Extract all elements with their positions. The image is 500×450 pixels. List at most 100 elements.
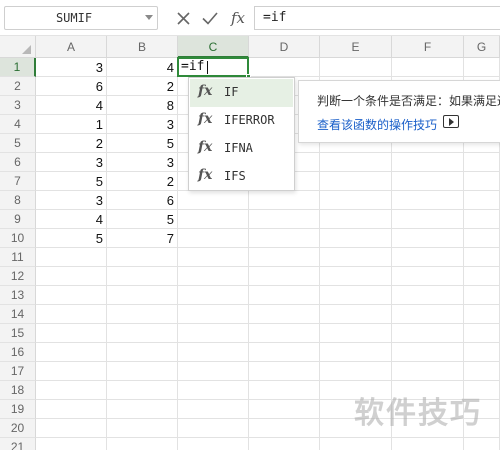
cell-g11[interactable] [464,248,500,267]
cell-b5[interactable]: 5 [107,134,178,153]
cell-f15[interactable] [392,324,464,343]
cell-c19[interactable] [178,400,249,419]
cell-g10[interactable] [464,229,500,248]
cell-e10[interactable] [320,229,392,248]
insert-function-button[interactable]: fx [228,8,248,28]
cell-f10[interactable] [392,229,464,248]
name-box[interactable]: SUMIF [4,6,158,30]
row-header-6[interactable]: 6 [0,153,36,172]
cell-b21[interactable] [107,438,178,450]
cell-f1[interactable] [392,58,464,77]
cell-f7[interactable] [392,172,464,191]
cell-a9[interactable]: 4 [36,210,107,229]
confirm-button[interactable] [201,8,219,28]
cell-f12[interactable] [392,267,464,286]
cell-b15[interactable] [107,324,178,343]
row-header-14[interactable]: 14 [0,305,36,324]
cell-b4[interactable]: 3 [107,115,178,134]
cell-b9[interactable]: 5 [107,210,178,229]
autocomplete-item-ifs[interactable]: fx IFS [190,163,293,191]
row-header-15[interactable]: 15 [0,324,36,343]
row-header-20[interactable]: 20 [0,419,36,438]
row-header-16[interactable]: 16 [0,343,36,362]
cell-a12[interactable] [36,267,107,286]
cell-a7[interactable]: 5 [36,172,107,191]
column-header-a[interactable]: A [36,36,107,58]
cell-f16[interactable] [392,343,464,362]
select-all-corner[interactable] [0,36,36,58]
cell-e6[interactable] [320,153,392,172]
cell-g9[interactable] [464,210,500,229]
cell-e11[interactable] [320,248,392,267]
cell-a14[interactable] [36,305,107,324]
cell-c11[interactable] [178,248,249,267]
row-header-9[interactable]: 9 [0,210,36,229]
video-play-icon[interactable] [443,115,459,128]
cell-a19[interactable] [36,400,107,419]
cell-e8[interactable] [320,191,392,210]
cell-a2[interactable]: 6 [36,77,107,96]
cell-a5[interactable]: 2 [36,134,107,153]
row-header-8[interactable]: 8 [0,191,36,210]
cell-g7[interactable] [464,172,500,191]
cell-g8[interactable] [464,191,500,210]
cell-c9[interactable] [178,210,249,229]
cell-c12[interactable] [178,267,249,286]
row-header-5[interactable]: 5 [0,134,36,153]
cell-e13[interactable] [320,286,392,305]
cell-a20[interactable] [36,419,107,438]
cell-e12[interactable] [320,267,392,286]
cell-b1[interactable]: 4 [107,58,178,77]
cell-d1[interactable] [249,58,320,77]
cancel-button[interactable] [174,8,192,28]
cell-e7[interactable] [320,172,392,191]
cell-c10[interactable] [178,229,249,248]
cell-c14[interactable] [178,305,249,324]
cell-b13[interactable] [107,286,178,305]
cell-g15[interactable] [464,324,500,343]
cell-c18[interactable] [178,381,249,400]
cell-f14[interactable] [392,305,464,324]
cell-d8[interactable] [249,191,320,210]
cell-d20[interactable] [249,419,320,438]
cell-d15[interactable] [249,324,320,343]
cell-b17[interactable] [107,362,178,381]
cell-a15[interactable] [36,324,107,343]
cell-c15[interactable] [178,324,249,343]
cell-g1[interactable] [464,58,500,77]
cell-c17[interactable] [178,362,249,381]
row-header-2[interactable]: 2 [0,77,36,96]
cell-e14[interactable] [320,305,392,324]
cell-d19[interactable] [249,400,320,419]
cell-a6[interactable]: 3 [36,153,107,172]
cell-e21[interactable] [320,438,392,450]
cell-a8[interactable]: 3 [36,191,107,210]
column-header-g[interactable]: G [464,36,500,58]
cell-b14[interactable] [107,305,178,324]
column-header-f[interactable]: F [392,36,464,58]
column-header-c[interactable]: C [178,36,249,58]
cell-e9[interactable] [320,210,392,229]
cell-g17[interactable] [464,362,500,381]
row-header-21[interactable]: 21 [0,438,36,450]
cell-g21[interactable] [464,438,500,450]
cell-b16[interactable] [107,343,178,362]
row-header-13[interactable]: 13 [0,286,36,305]
row-header-12[interactable]: 12 [0,267,36,286]
cell-c21[interactable] [178,438,249,450]
column-header-e[interactable]: E [320,36,392,58]
row-header-19[interactable]: 19 [0,400,36,419]
cell-c8[interactable] [178,191,249,210]
cell-d9[interactable] [249,210,320,229]
cell-d21[interactable] [249,438,320,450]
formula-input[interactable]: =if [254,6,500,30]
cell-d14[interactable] [249,305,320,324]
cell-f8[interactable] [392,191,464,210]
cell-c16[interactable] [178,343,249,362]
cell-d11[interactable] [249,248,320,267]
row-header-10[interactable]: 10 [0,229,36,248]
cell-b18[interactable] [107,381,178,400]
cell-e1[interactable] [320,58,392,77]
cell-b20[interactable] [107,419,178,438]
cell-b8[interactable]: 6 [107,191,178,210]
